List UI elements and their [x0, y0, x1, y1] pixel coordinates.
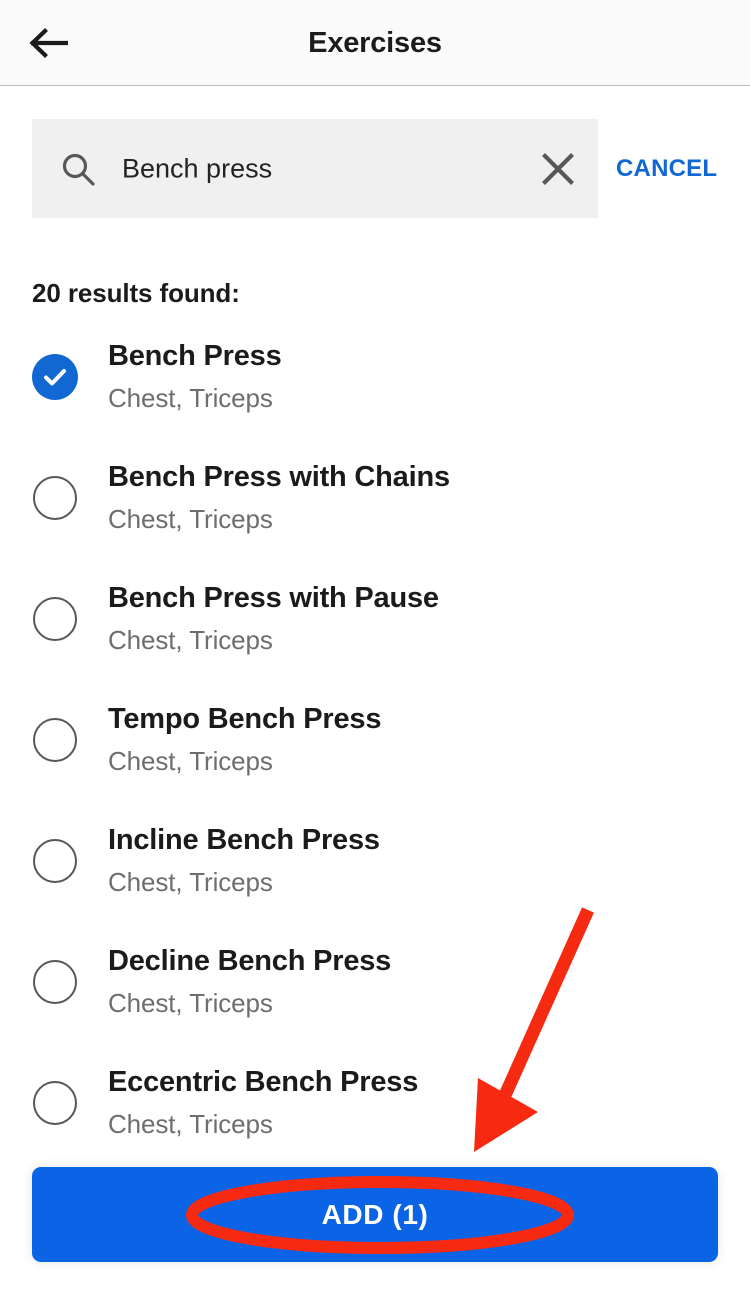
list-item-text: Eccentric Bench Press Chest, Triceps	[108, 1060, 418, 1144]
list-item-title: Incline Bench Press	[108, 824, 380, 856]
search-row: CANCEL	[0, 119, 750, 218]
results-count-label: 20 results found:	[32, 278, 240, 308]
list-item-title: Decline Bench Press	[108, 945, 392, 977]
list-item[interactable]: Incline Bench Press Chest, Triceps	[0, 824, 750, 947]
circle-outline-icon	[33, 597, 77, 641]
search-input[interactable]	[122, 153, 522, 184]
list-item-muscles: Chest, Triceps	[108, 383, 273, 413]
list-item-text: Bench Press with Chains Chest, Triceps	[108, 455, 450, 539]
list-item-muscles: Chest, Triceps	[108, 504, 273, 534]
radio-unchecked[interactable]	[32, 959, 78, 1005]
list-item-title: Bench Press with Pause	[108, 582, 439, 614]
list-item[interactable]: Bench Press with Chains Chest, Triceps	[0, 461, 750, 584]
list-item[interactable]: Bench Press Chest, Triceps	[0, 340, 750, 463]
radio-unchecked[interactable]	[32, 838, 78, 884]
list-item-text: Bench Press with Pause Chest, Triceps	[108, 576, 439, 660]
radio-unchecked[interactable]	[32, 475, 78, 521]
list-item-muscles: Chest, Triceps	[108, 746, 273, 776]
search-icon	[58, 149, 98, 189]
circle-outline-icon	[33, 476, 77, 520]
exercise-result-list: Bench Press Chest, Triceps Bench Press wit…	[0, 340, 750, 1294]
list-item-text: Incline Bench Press Chest, Triceps	[108, 818, 380, 902]
list-item[interactable]: Decline Bench Press Chest, Triceps	[0, 945, 750, 1068]
check-icon	[32, 354, 78, 400]
list-item-text: Tempo Bench Press Chest, Triceps	[108, 697, 381, 781]
page-title: Exercises	[308, 26, 442, 59]
close-icon[interactable]	[532, 143, 584, 195]
list-item-muscles: Chest, Triceps	[108, 1109, 273, 1139]
radio-checked[interactable]	[32, 354, 78, 400]
list-item-text: Decline Bench Press Chest, Triceps	[108, 939, 391, 1023]
list-item-title: Tempo Bench Press	[108, 703, 382, 735]
list-item-text: Bench Press Chest, Triceps	[108, 334, 282, 418]
radio-unchecked[interactable]	[32, 1080, 78, 1126]
list-item-title: Bench Press	[108, 340, 282, 372]
list-item-title: Eccentric Bench Press	[108, 1066, 419, 1098]
add-button[interactable]: ADD (1)	[32, 1167, 718, 1262]
list-item-muscles: Chest, Triceps	[108, 867, 273, 897]
app-header: Exercises	[0, 0, 750, 86]
circle-outline-icon	[33, 718, 77, 762]
circle-outline-icon	[33, 960, 77, 1004]
list-item-muscles: Chest, Triceps	[108, 988, 273, 1018]
search-box[interactable]	[32, 119, 598, 218]
list-item[interactable]: Bench Press with Pause Chest, Triceps	[0, 582, 750, 705]
circle-outline-icon	[33, 839, 77, 883]
radio-unchecked[interactable]	[32, 717, 78, 763]
list-item[interactable]: Tempo Bench Press Chest, Triceps	[0, 703, 750, 826]
app-screen: Exercises CANCEL 20 results found: Bench…	[0, 0, 750, 1294]
circle-outline-icon	[33, 1081, 77, 1125]
cancel-button[interactable]: CANCEL	[616, 119, 736, 218]
list-item-muscles: Chest, Triceps	[108, 625, 273, 655]
list-item-title: Bench Press with Chains	[108, 461, 450, 493]
radio-unchecked[interactable]	[32, 596, 78, 642]
